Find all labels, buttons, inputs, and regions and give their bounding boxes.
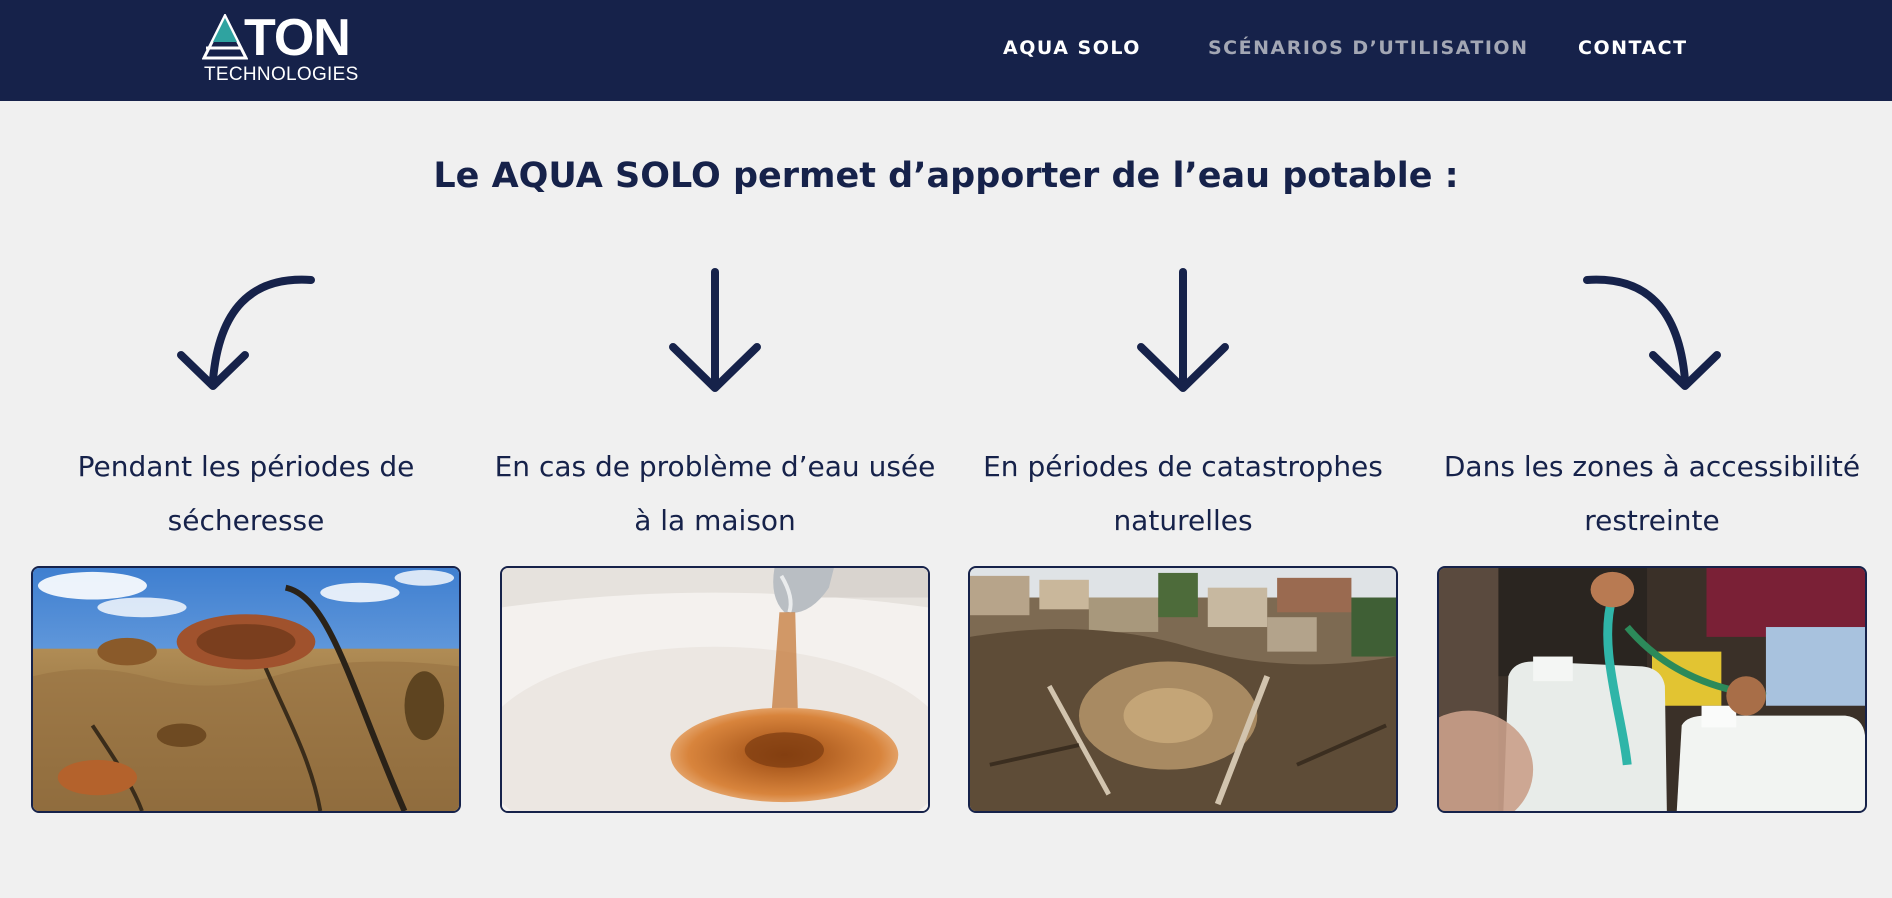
top-navbar: TON TECHNOLOGIES AQUA SOLO SCÉNARIOS D’U… <box>0 0 1892 101</box>
nav-link-contact[interactable]: CONTACT <box>1578 35 1688 61</box>
nav-link-aqua-solo[interactable]: AQUA SOLO <box>1003 35 1141 61</box>
page-heading: Le AQUA SOLO permet d’apporter de l’eau … <box>433 156 1459 196</box>
arrow-down-icon <box>669 268 761 392</box>
dirty-tap-water-image <box>500 566 930 813</box>
scenario-caption: Dans les zones à accessibilité restreint… <box>1443 450 1861 537</box>
logo-wordmark: TON <box>244 9 351 67</box>
water-jerrycans-image <box>1437 566 1867 813</box>
scenario-caption: Pendant les périodes de sécheresse <box>77 450 415 537</box>
drought-sunflowers-image <box>31 566 461 813</box>
scenario-drought: Pendant les périodes de sécheresse <box>31 260 461 813</box>
scenario-restricted-access: Dans les zones à accessibilité restreint… <box>1437 260 1867 813</box>
arrow-down-icon <box>1137 268 1229 392</box>
scenario-natural-disasters: En périodes de catastrophes naturelles <box>968 260 1398 813</box>
scenario-waste-water: En cas de problème d’eau usée à la maiso… <box>495 260 935 813</box>
logo-subtitle: TECHNOLOGIES <box>204 64 359 85</box>
nav-link-scenarios[interactable]: SCÉNARIOS D’UTILISATION <box>1208 35 1528 61</box>
scenario-caption: En cas de problème d’eau usée à la maiso… <box>494 450 936 537</box>
aton-logo[interactable]: TON TECHNOLOGIES <box>202 9 372 88</box>
curved-arrow-down-right-icon <box>1583 275 1721 390</box>
landslide-debris-image <box>968 566 1398 813</box>
logo-triangle-icon <box>202 14 248 60</box>
scenario-caption: En périodes de catastrophes naturelles <box>983 450 1383 537</box>
curved-arrow-down-left-icon <box>177 275 315 390</box>
